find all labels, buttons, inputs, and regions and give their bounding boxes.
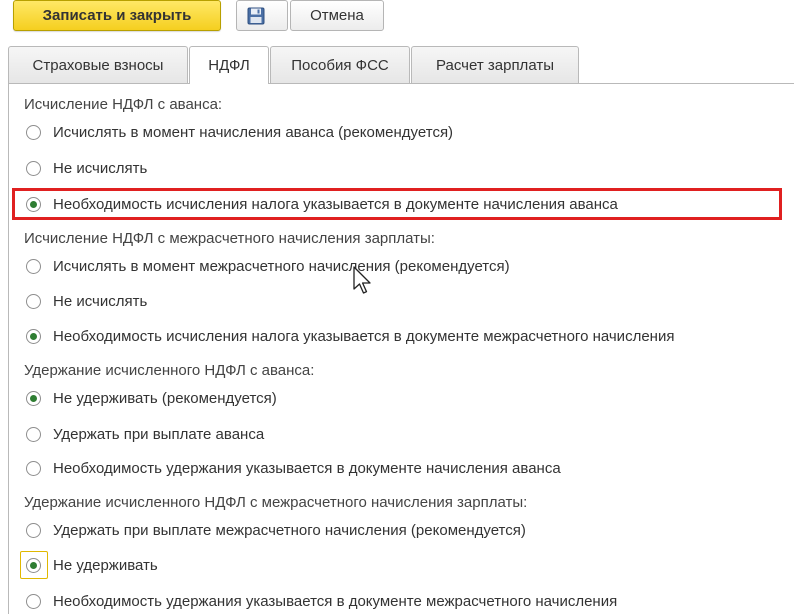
radio-option[interactable]: Необходимость исчисления налога указывае… xyxy=(26,193,618,215)
floppy-disk-icon xyxy=(247,7,265,24)
radio-option[interactable]: Не исчислять xyxy=(26,290,147,312)
tab-insurance-contributions[interactable]: Страховые взносы xyxy=(8,46,188,83)
radio-button[interactable] xyxy=(26,328,41,344)
tab-label: Расчет зарплаты xyxy=(436,56,554,74)
radio-option[interactable]: Необходимость исчисления налога указывае… xyxy=(26,325,674,347)
radio-label: Удержать при выплате межрасчетного начис… xyxy=(53,521,526,539)
radio-label: Удержать при выплате аванса xyxy=(53,425,265,443)
radio-button[interactable] xyxy=(26,390,41,406)
radio-button[interactable] xyxy=(26,460,41,476)
save-button[interactable] xyxy=(236,0,288,31)
radio-button[interactable] xyxy=(26,196,41,212)
radio-button[interactable] xyxy=(26,124,41,140)
radio-label: Не удерживать (рекомендуется) xyxy=(53,389,277,407)
radio-option[interactable]: Не исчислять xyxy=(26,157,147,179)
radio-label: Необходимость исчисления налога указывае… xyxy=(53,195,618,213)
radio-option[interactable]: Исчислять в момент межрасчетного начисле… xyxy=(26,255,510,277)
group-title-advance-calculation: Исчисление НДФЛ с аванса: xyxy=(24,96,223,113)
tab-bar: Страховые взносы НДФЛ Пособия ФСС Расчет… xyxy=(8,46,788,84)
radio-button[interactable] xyxy=(26,426,41,442)
group-title-interim-withholding: Удержание исчисленного НДФЛ с межрасчетн… xyxy=(24,494,528,511)
radio-option[interactable]: Не удерживать xyxy=(26,554,158,576)
cancel-button[interactable]: Отмена xyxy=(290,0,384,31)
radio-option[interactable]: Не удерживать (рекомендуется) xyxy=(26,387,277,409)
panel-border xyxy=(8,84,9,614)
tab-label: Пособия ФСС xyxy=(291,56,389,74)
radio-option[interactable]: Удержать при выплате межрасчетного начис… xyxy=(26,519,526,541)
radio-button[interactable] xyxy=(26,160,41,176)
radio-label: Не исчислять xyxy=(53,292,148,310)
radio-button[interactable] xyxy=(26,522,41,538)
group-title-advance-withholding: Удержание исчисленного НДФЛ с аванса: xyxy=(24,362,315,379)
radio-button[interactable] xyxy=(26,557,41,573)
radio-button[interactable] xyxy=(26,258,41,274)
cancel-label: Отмена xyxy=(310,7,364,24)
save-and-close-label: Записать и закрыть xyxy=(42,7,192,24)
radio-option[interactable]: Необходимость удержания указывается в до… xyxy=(26,457,561,479)
tab-label: НДФЛ xyxy=(208,57,250,74)
radio-button[interactable] xyxy=(26,593,41,609)
radio-label: Необходимость удержания указывается в до… xyxy=(53,592,618,610)
radio-label: Не удерживать xyxy=(53,556,158,574)
radio-option[interactable]: Необходимость удержания указывается в до… xyxy=(26,590,617,612)
radio-option[interactable]: Удержать при выплате аванса xyxy=(26,423,264,445)
radio-button[interactable] xyxy=(26,293,41,309)
save-and-close-button[interactable]: Записать и закрыть xyxy=(13,0,221,31)
tab-ndfl[interactable]: НДФЛ xyxy=(189,46,269,84)
tab-fss-benefits[interactable]: Пособия ФСС xyxy=(270,46,410,83)
radio-label: Необходимость удержания указывается в до… xyxy=(53,459,561,477)
radio-option[interactable]: Исчислять в момент начисления аванса (ре… xyxy=(26,121,453,143)
tab-label: Страховые взносы xyxy=(32,56,164,74)
radio-label: Исчислять в момент начисления аванса (ре… xyxy=(53,123,454,141)
group-title-interim-calculation: Исчисление НДФЛ с межрасчетного начислен… xyxy=(24,230,435,247)
toolbar: Записать и закрыть Отмена xyxy=(13,0,773,34)
radio-label: Исчислять в момент межрасчетного начисле… xyxy=(53,257,510,275)
radio-label: Необходимость исчисления налога указывае… xyxy=(53,327,675,345)
settings-form: Записать и закрыть Отмена Страховые взно… xyxy=(0,0,794,614)
radio-label: Не исчислять xyxy=(53,159,148,177)
tab-payroll-calculation[interactable]: Расчет зарплаты xyxy=(411,46,579,83)
